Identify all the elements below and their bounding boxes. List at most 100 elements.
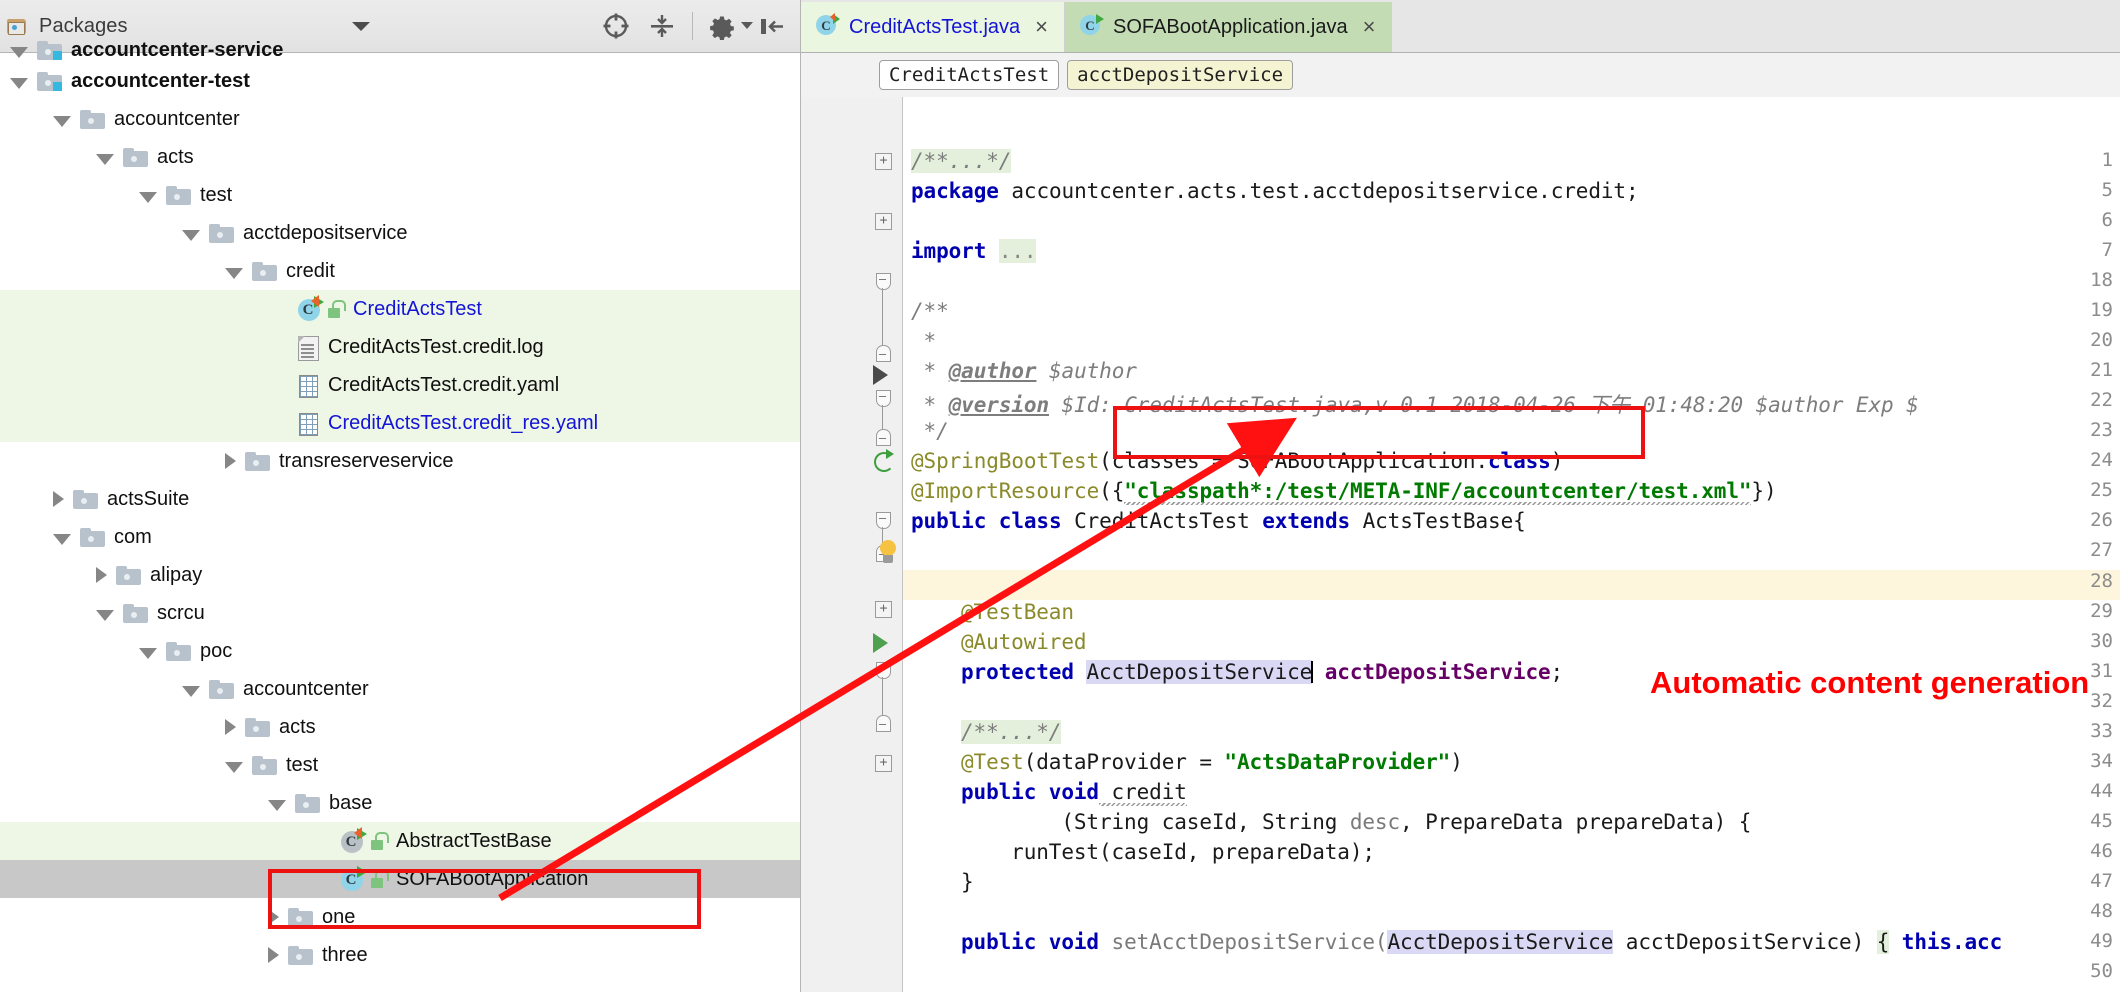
folder-icon — [123, 604, 148, 623]
tree-row[interactable]: base — [0, 784, 800, 822]
code-line-32: protected AcctDepositService acctDeposit… — [911, 660, 1563, 684]
fold-marker-region-end[interactable] — [876, 715, 891, 732]
tree-row[interactable]: alipay — [0, 556, 800, 594]
java-class-test-icon: C — [815, 12, 840, 43]
breadcrumb-item-class[interactable]: CreditActsTest — [879, 60, 1059, 90]
collapse-all-icon[interactable] — [648, 12, 676, 40]
tree-row[interactable]: credit — [0, 252, 800, 290]
line-number: 7 — [2063, 239, 2113, 261]
run-gutter-icon[interactable] — [873, 365, 888, 385]
tree-row[interactable]: accountcenter-test — [0, 62, 800, 100]
fold-marker-expanded[interactable] — [876, 390, 891, 407]
tree-row[interactable]: com — [0, 518, 800, 556]
gear-icon[interactable] — [708, 12, 736, 40]
tree-row[interactable]: test — [0, 176, 800, 214]
tree-row[interactable]: acts — [0, 138, 800, 176]
tree-row[interactable]: accountcenter — [0, 100, 800, 138]
code-line-34: /**...*/ — [911, 720, 1061, 744]
tree-row[interactable]: CreditActsTest.credit_res.yaml — [0, 404, 800, 442]
chevron-down-icon[interactable] — [139, 192, 157, 203]
project-tool-window: Packages — [0, 0, 800, 992]
panel-title: Packages — [39, 15, 128, 38]
locate-target-icon[interactable] — [602, 12, 630, 40]
line-number: 26 — [2063, 509, 2113, 531]
folder-icon — [80, 110, 105, 129]
chevron-right-icon[interactable] — [53, 491, 64, 507]
chevron-down-icon[interactable] — [139, 648, 157, 659]
chevron-down-icon[interactable] — [268, 800, 286, 811]
folder-icon — [252, 262, 277, 281]
packages-view-icon — [7, 16, 29, 36]
fold-marker-region-end[interactable] — [876, 429, 891, 446]
fold-marker-collapsed[interactable]: + — [875, 153, 892, 170]
intention-bulb-icon[interactable] — [877, 540, 899, 566]
chevron-right-icon[interactable] — [268, 947, 279, 963]
editor-tab-creditactstest[interactable]: C CreditActsTest.java × — [801, 2, 1065, 52]
tree-row[interactable]: C SOFABootApplication — [0, 860, 800, 898]
close-icon[interactable]: × — [1363, 16, 1376, 38]
chevron-right-icon[interactable] — [96, 567, 107, 583]
tree-row[interactable]: CAbstractTestBase — [0, 822, 800, 860]
tree-row[interactable]: accountcenter — [0, 670, 800, 708]
editor-tab-label: CreditActsTest.java — [849, 16, 1020, 39]
chevron-down-icon[interactable] — [10, 47, 28, 58]
java-class-icon: C — [297, 297, 322, 322]
line-number: 28 — [2063, 570, 2113, 592]
fold-marker-region-end[interactable] — [876, 345, 891, 362]
folder-icon — [166, 186, 191, 205]
ide-window: Packages — [0, 0, 2120, 992]
fold-marker-expanded[interactable] — [876, 512, 891, 529]
tree-row[interactable]: test — [0, 746, 800, 784]
line-number: 20 — [2063, 329, 2113, 351]
chevron-down-icon[interactable] — [225, 762, 243, 773]
caret-line-highlight — [903, 570, 2120, 600]
tree-row[interactable]: transreserveservice — [0, 442, 800, 480]
tree-row[interactable]: actsSuite — [0, 480, 800, 518]
chevron-right-icon[interactable] — [268, 909, 279, 925]
tree-row[interactable]: accountcenter-service — [0, 38, 800, 62]
tree-row[interactable]: one — [0, 898, 800, 936]
run-test-gutter-icon[interactable] — [873, 633, 888, 653]
code-line-22: * @author $author — [911, 359, 1137, 383]
tree-row[interactable]: poc — [0, 632, 800, 670]
fold-marker-expanded[interactable] — [876, 662, 891, 679]
chevron-down-icon[interactable] — [10, 78, 28, 89]
folder-icon — [123, 148, 148, 167]
chevron-right-icon[interactable] — [225, 453, 236, 469]
fold-marker-expanded[interactable] — [876, 273, 891, 290]
code-line-20: /** — [911, 299, 949, 323]
editor-tab-sofabootapplication[interactable]: C SOFABootApplication.java × — [1065, 2, 1392, 52]
fold-marker-collapsed[interactable]: + — [875, 755, 892, 772]
chevron-down-icon[interactable] — [225, 268, 243, 279]
code-editor[interactable]: 1567181920212223242526272829303132333444… — [801, 97, 2120, 992]
breadcrumb-item-field[interactable]: acctDepositService — [1067, 60, 1293, 90]
tree-row[interactable]: acctdepositservice — [0, 214, 800, 252]
tree-row[interactable]: CCreditActsTest — [0, 290, 800, 328]
code-line-46: (String caseId, String desc, PrepareData… — [911, 810, 1751, 834]
project-tree[interactable]: accountcenter-serviceaccountcenter-testa… — [0, 52, 800, 992]
chevron-down-icon[interactable] — [96, 610, 114, 621]
tree-row[interactable]: scrcu — [0, 594, 800, 632]
code-line-47: runTest(caseId, prepareData); — [911, 840, 1375, 864]
chevron-down-icon[interactable] — [182, 230, 200, 241]
tree-row[interactable]: CreditActsTest.credit.log — [0, 328, 800, 366]
chevron-down-icon[interactable] — [182, 686, 200, 697]
fold-marker-collapsed[interactable]: + — [875, 601, 892, 618]
tree-item-label: SOFABootApplication — [396, 860, 588, 898]
hide-panel-icon[interactable] — [758, 12, 786, 40]
line-number: 32 — [2063, 690, 2113, 712]
gear-dropdown-caret-icon[interactable] — [741, 22, 753, 29]
tree-row[interactable]: acts — [0, 708, 800, 746]
fold-marker-collapsed[interactable]: + — [875, 213, 892, 230]
chevron-down-icon[interactable] — [53, 534, 71, 545]
chevron-down-icon[interactable] — [352, 22, 370, 31]
chevron-down-icon[interactable] — [53, 116, 71, 127]
implementing-method-icon[interactable] — [874, 449, 896, 471]
tree-row[interactable]: three — [0, 936, 800, 974]
chevron-right-icon[interactable] — [225, 719, 236, 735]
java-class-icon: C — [340, 867, 365, 892]
close-icon[interactable]: × — [1035, 16, 1048, 38]
line-number: 30 — [2063, 630, 2113, 652]
tree-row[interactable]: CreditActsTest.credit.yaml — [0, 366, 800, 404]
chevron-down-icon[interactable] — [96, 154, 114, 165]
